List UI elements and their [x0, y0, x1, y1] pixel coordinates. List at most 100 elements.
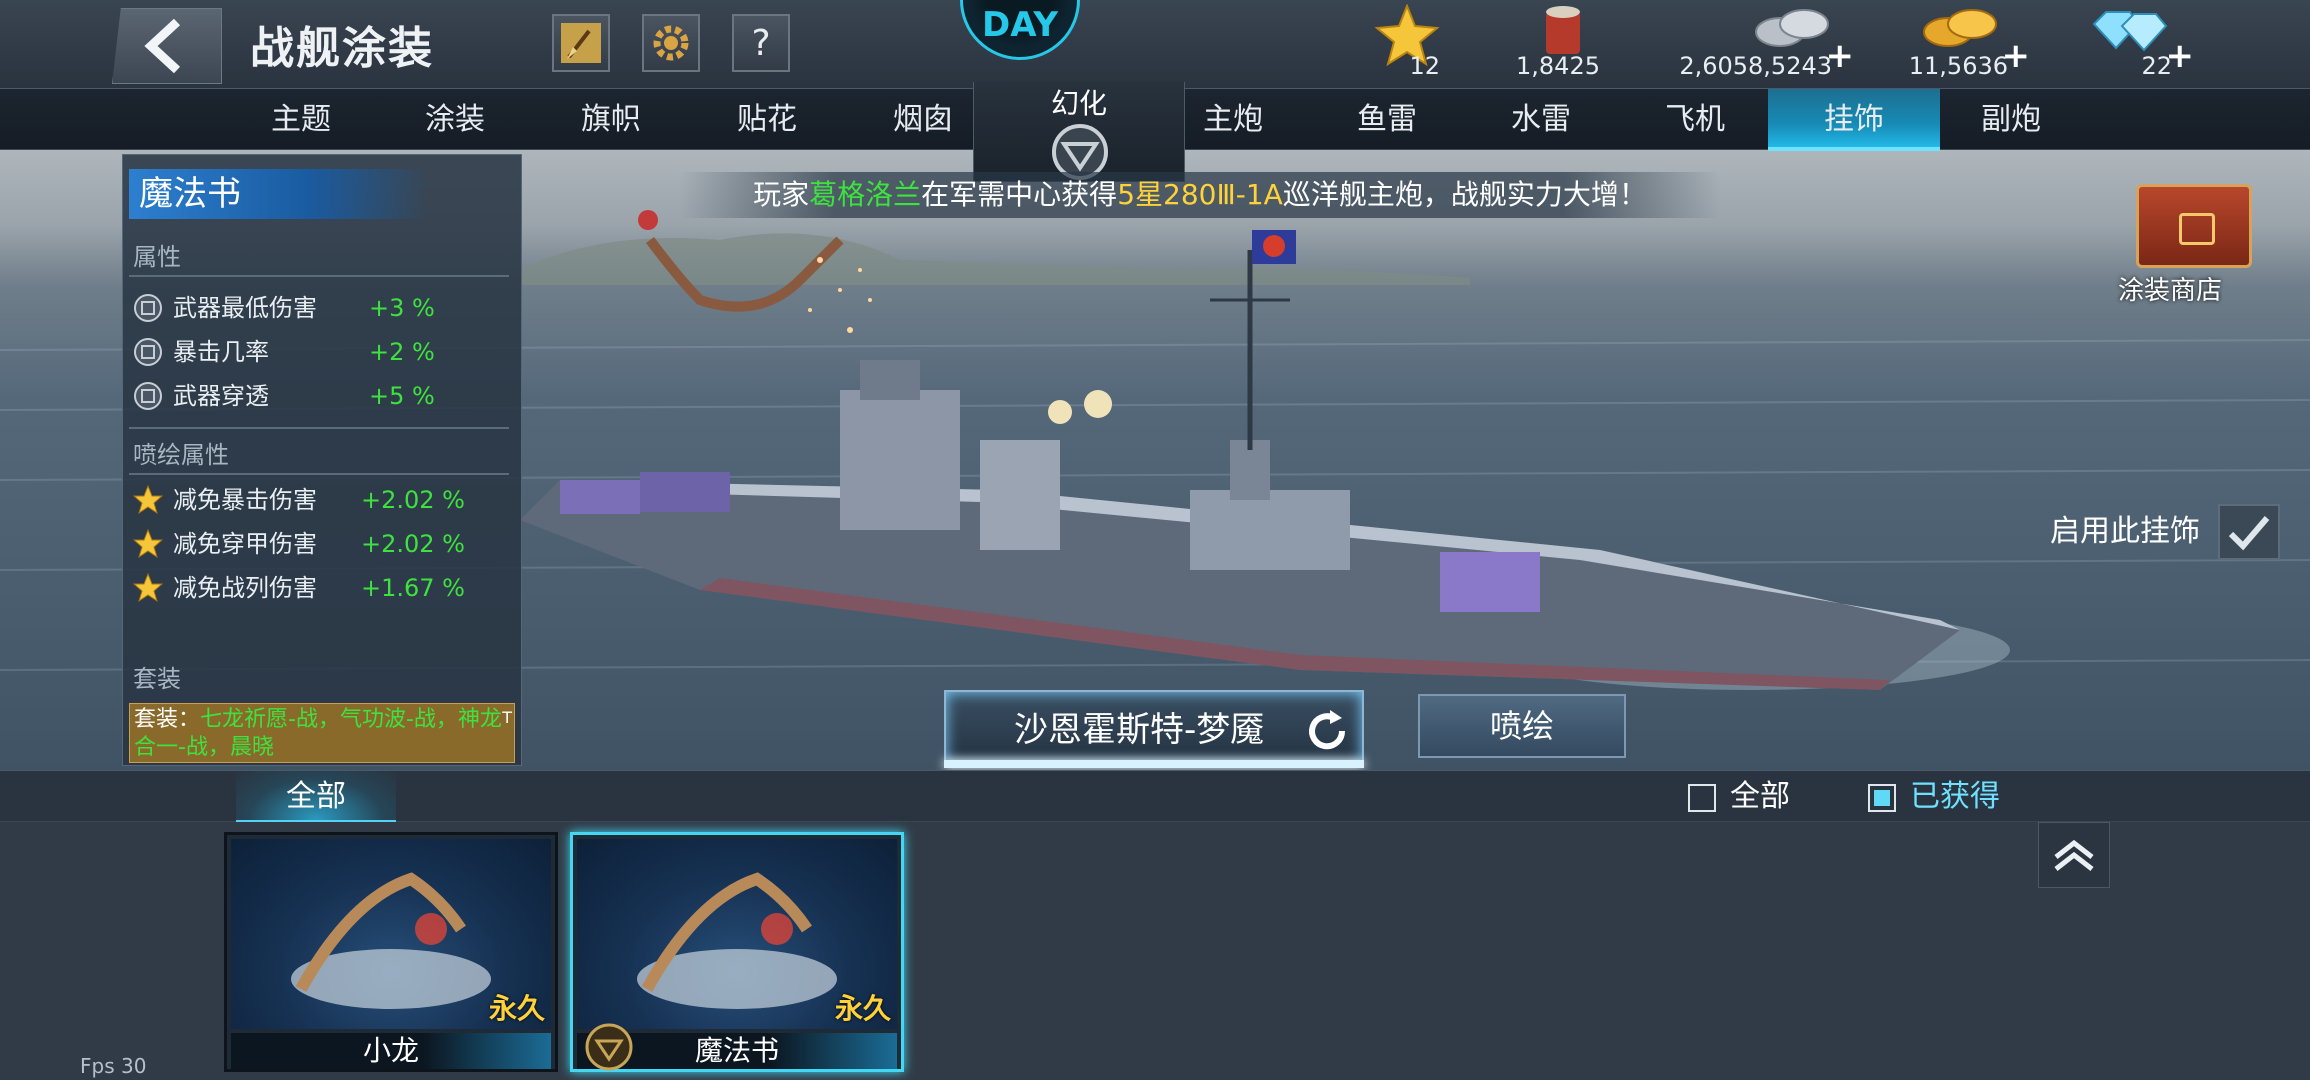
tab-all[interactable]: 全部 — [236, 771, 396, 823]
attribute-value: +2 % — [369, 338, 435, 366]
back-button[interactable] — [112, 8, 222, 84]
attribute-value: +1.67 % — [361, 574, 465, 602]
resource-value: 12 — [1409, 52, 1440, 80]
broadcast-ticker: 玩家葛格洛兰在军需中心获得5星280Ⅲ-1A巡洋舰主炮，战舰实力大增！ — [680, 172, 1720, 218]
resource-paint[interactable]: 1,8425 — [1516, 0, 1600, 88]
attribute-name: 减免战列伤害 — [173, 574, 317, 602]
double-chevron-up-icon — [2054, 839, 2094, 871]
ornament-card[interactable]: 永久 小龙 — [224, 832, 558, 1072]
page-title: 战舰涂装 — [250, 23, 434, 74]
help-button[interactable]: ? — [732, 14, 790, 72]
add-gold-icon[interactable]: + — [2002, 36, 2031, 76]
attribute-row: 武器最低伤害 +3 % — [129, 289, 509, 327]
resource-stars[interactable]: 12 — [1370, 0, 1440, 88]
checkbox[interactable] — [1688, 784, 1716, 812]
tab-theme[interactable]: 主题 — [226, 89, 376, 151]
divider — [129, 427, 509, 429]
question-mark-icon: ? — [751, 22, 771, 64]
tab-flag[interactable]: 旗帜 — [536, 89, 686, 151]
ticker-text: 玩家 — [753, 178, 810, 211]
resource-value: 11,5636 — [1908, 52, 2008, 80]
chevron-left-icon — [144, 18, 181, 74]
gold-star-icon — [133, 485, 163, 515]
tab-transform-label: 幻化 — [1050, 87, 1107, 120]
filter-all[interactable]: 全部 — [1688, 771, 1808, 823]
checkmark-icon — [2228, 516, 2270, 551]
set-section-title: 套装 — [133, 665, 181, 693]
paint-shop-button[interactable]: 涂装商店 — [2116, 184, 2276, 306]
set-tag: T — [502, 708, 512, 727]
attribute-row: 武器穿透 +5 % — [129, 377, 509, 415]
diamond-icon — [2092, 11, 2168, 52]
tab-ornament[interactable]: 挂饰 — [1768, 89, 1940, 151]
silver-coins-icon — [1755, 9, 1829, 47]
divider — [129, 275, 509, 277]
duration-label: 永久 — [834, 992, 891, 1025]
ship-name: 沙恩霍斯特-梦魇 — [1014, 710, 1265, 750]
attribute-name: 暴击几率 — [173, 338, 269, 366]
tab-torpedo[interactable]: 鱼雷 — [1312, 89, 1462, 151]
gear-icon — [653, 25, 689, 61]
resource-value: 2,6058,5243 — [1679, 52, 1832, 80]
ticker-text: 在军需中心获得 — [921, 178, 1118, 211]
enable-label: 启用此挂饰 — [2050, 514, 2200, 549]
collapse-button[interactable] — [2038, 822, 2110, 888]
tab-transform[interactable]: 幻化 — [973, 82, 1185, 182]
add-diamond-icon[interactable]: + — [2166, 36, 2195, 76]
attribute-value: +5 % — [369, 382, 435, 410]
tab-aircraft[interactable]: 飞机 — [1620, 89, 1770, 151]
ornament-info-panel: 魔法书 属性 武器最低伤害 +3 % 暴击几率 +2 % 武器穿透 +5 % 喷… — [122, 154, 522, 766]
resource-diamond[interactable]: 22 + — [2090, 0, 2194, 88]
add-silver-icon[interactable]: + — [1826, 36, 1855, 76]
fps-counter: Fps 30 — [80, 1054, 147, 1078]
resource-gold[interactable]: 11,5636 + — [1900, 0, 2030, 88]
tab-decal[interactable]: 贴花 — [692, 89, 842, 151]
transform-emblem-icon — [585, 1023, 633, 1071]
tab-mine[interactable]: 水雷 — [1466, 89, 1616, 151]
gold-star-icon — [133, 529, 163, 559]
armor-badge-icon — [134, 338, 162, 366]
paint-shop-label: 涂装商店 — [2118, 276, 2223, 306]
ornament-grid: 永久 小龙 永久 魔法书 — [0, 822, 2310, 1080]
broom-button[interactable] — [552, 14, 610, 72]
checkbox[interactable] — [1868, 784, 1896, 812]
resource-silver[interactable]: 2,6058,5243 + — [1679, 0, 1854, 88]
ship-name-plate[interactable]: 沙恩霍斯特-梦魇 — [944, 690, 1364, 766]
attribute-row: 暴击几率 +2 % — [129, 333, 509, 371]
treasure-chest-icon — [2136, 184, 2252, 268]
filter-all-label: 全部 — [1730, 779, 1790, 814]
resource-value: 1,8425 — [1516, 52, 1600, 80]
filter-obtained-label: 已获得 — [1910, 779, 2000, 814]
ticker-text: 巡洋舰主炮，战舰实力大增！ — [1282, 178, 1647, 211]
logo-text: DAY — [982, 5, 1058, 45]
attribute-name: 武器最低伤害 — [173, 294, 317, 322]
armor-badge-icon — [134, 294, 162, 322]
ornament-title: 魔法书 — [129, 169, 429, 219]
filter-bar: 全部 全部 已获得 — [0, 770, 2310, 823]
armor-badge-icon — [134, 382, 162, 410]
paint-bucket-icon — [1546, 6, 1580, 54]
spray-attribute-row: 减免战列伤害 +1.67 % — [129, 569, 509, 607]
attribute-name: 武器穿透 — [173, 382, 269, 410]
gold-star-icon — [133, 573, 163, 603]
attribute-section-title: 属性 — [133, 243, 181, 271]
divider — [129, 473, 509, 475]
ornament-name: 小龙 — [231, 1033, 551, 1069]
tab-paint[interactable]: 涂装 — [380, 89, 530, 151]
spray-attribute-row: 减免穿甲伤害 +2.02 % — [129, 525, 509, 563]
checkbox[interactable] — [2218, 504, 2280, 560]
attribute-name: 减免穿甲伤害 — [173, 530, 317, 558]
tab-secondary-gun[interactable]: 副炮 — [1936, 89, 2086, 151]
game-logo[interactable]: DAY — [960, 0, 1080, 60]
duration-label: 永久 — [488, 992, 545, 1025]
enable-ornament-toggle[interactable]: 启用此挂饰 — [2050, 504, 2280, 560]
attribute-value: +2.02 % — [361, 486, 465, 514]
attribute-value: +2.02 % — [361, 530, 465, 558]
filter-obtained[interactable]: 已获得 — [1868, 771, 2018, 823]
settings-button[interactable] — [642, 14, 700, 72]
spray-attribute-row: 减免暴击伤害 +2.02 % — [129, 481, 509, 519]
rotate-icon[interactable] — [1304, 708, 1350, 754]
spray-button[interactable]: 喷绘 — [1418, 694, 1626, 758]
ornament-card-selected[interactable]: 永久 魔法书 — [570, 832, 904, 1072]
set-bonus-box[interactable]: 套装：七龙祈愿-战，气功波-战，神龙合一-战，晨晓 T — [129, 703, 515, 763]
